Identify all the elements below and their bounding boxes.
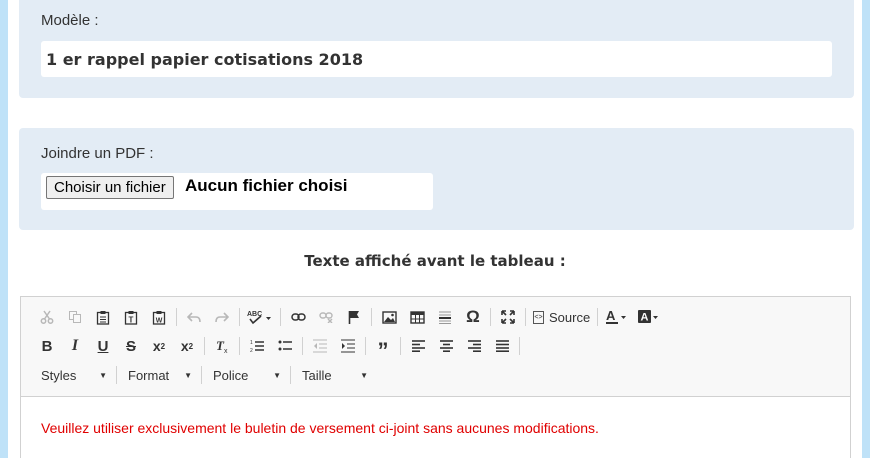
file-status: Aucun fichier choisi	[185, 176, 348, 195]
toolbar-separator	[371, 308, 372, 326]
svg-text:A: A	[606, 309, 616, 323]
toolbar-separator	[204, 337, 205, 355]
table-icon[interactable]	[403, 305, 431, 329]
right-accent-bar	[862, 0, 870, 458]
chevron-down-icon: ▼	[99, 370, 107, 380]
toolbar-row-3: Styles ▼ Format ▼ Police ▼ Taille ▼	[33, 363, 374, 387]
cut-icon[interactable]	[33, 305, 61, 329]
model-panel: Modèle : 1 er rappel papier cotisations …	[19, 0, 854, 98]
paste-text-icon[interactable]: T	[117, 305, 145, 329]
image-icon[interactable]	[375, 305, 403, 329]
align-justify-icon[interactable]	[488, 334, 516, 358]
toolbar-separator	[290, 366, 291, 384]
remove-format-icon[interactable]: Tx	[208, 334, 236, 358]
chevron-down-icon: ▼	[273, 370, 281, 380]
svg-text:T: T	[129, 315, 134, 324]
maximize-icon[interactable]	[494, 305, 522, 329]
size-combo[interactable]: Taille ▼	[294, 363, 374, 387]
link-icon[interactable]	[284, 305, 312, 329]
copy-icon[interactable]	[61, 305, 89, 329]
svg-text:A: A	[641, 312, 649, 324]
superscript-icon[interactable]: x2	[173, 334, 201, 358]
paste-icon[interactable]	[89, 305, 117, 329]
toolbar-separator	[400, 337, 401, 355]
toolbar-row-1: T W ABC Ω <> Source A A	[33, 305, 665, 329]
toolbar-separator	[116, 366, 117, 384]
spellcheck-icon[interactable]: ABC	[243, 305, 277, 329]
toolbar-separator	[302, 337, 303, 355]
chevron-down-icon: ▼	[360, 370, 368, 380]
svg-text:W: W	[156, 317, 163, 324]
editor-content[interactable]: Veuillez utiliser exclusivement le bulet…	[21, 398, 850, 458]
unlink-icon[interactable]	[312, 305, 340, 329]
toolbar-separator	[239, 337, 240, 355]
styles-combo-label: Styles	[41, 367, 77, 383]
toolbar-separator	[280, 308, 281, 326]
bold-icon[interactable]: B	[33, 334, 61, 358]
editor-toolbar: T W ABC Ω <> Source A A B I U S x 2 x 2 …	[21, 297, 850, 397]
styles-combo[interactable]: Styles ▼	[33, 363, 113, 387]
italic-icon[interactable]: I	[61, 334, 89, 358]
undo-icon[interactable]	[180, 305, 208, 329]
paste-word-icon[interactable]: W	[145, 305, 173, 329]
file-input[interactable]: Choisir un fichier Aucun fichier choisi	[41, 173, 433, 210]
toolbar-separator	[201, 366, 202, 384]
toolbar-separator	[519, 337, 520, 355]
svg-text:2: 2	[250, 348, 253, 353]
svg-text:x: x	[224, 348, 228, 353]
align-center-icon[interactable]	[432, 334, 460, 358]
format-combo[interactable]: Format ▼	[120, 363, 198, 387]
choose-file-button[interactable]: Choisir un fichier	[46, 176, 174, 199]
bulleted-list-icon[interactable]	[271, 334, 299, 358]
section-title: Texte affiché avant le tableau :	[304, 252, 566, 270]
blockquote-icon[interactable]: ”	[369, 334, 397, 363]
anchor-flag-icon[interactable]	[340, 305, 368, 329]
redo-icon[interactable]	[208, 305, 236, 329]
toolbar-separator	[239, 308, 240, 326]
pdf-label: Joindre un PDF :	[41, 145, 154, 162]
toolbar-separator	[597, 308, 599, 326]
text-color-icon[interactable]: A	[601, 305, 633, 329]
source-icon: <>	[533, 310, 544, 324]
numbered-list-icon[interactable]: 12	[243, 334, 271, 358]
align-left-icon[interactable]	[404, 334, 432, 358]
chevron-down-icon: ▼	[184, 370, 192, 380]
toolbar-separator	[525, 308, 526, 326]
underline-icon[interactable]: U	[89, 334, 117, 358]
format-combo-label: Format	[128, 367, 170, 383]
subscript-icon[interactable]: x2	[145, 334, 173, 358]
toolbar-separator	[490, 308, 491, 326]
horizontal-rule-icon[interactable]	[431, 305, 459, 329]
strikethrough-icon[interactable]: S	[117, 334, 145, 358]
indent-icon[interactable]	[334, 334, 362, 358]
model-select[interactable]: 1 er rappel papier cotisations 2018	[41, 41, 832, 77]
size-combo-label: Taille	[302, 367, 332, 383]
svg-text:1: 1	[250, 340, 253, 346]
align-right-icon[interactable]	[460, 334, 488, 358]
model-label: Modèle :	[41, 12, 99, 29]
background-color-icon[interactable]: A	[633, 305, 665, 329]
source-label: Source	[549, 309, 591, 325]
toolbar-separator	[176, 308, 177, 326]
pdf-panel: Joindre un PDF : Choisir un fichier Aucu…	[19, 128, 854, 230]
rich-text-editor: T W ABC Ω <> Source A A B I U S x 2 x 2 …	[20, 296, 851, 458]
font-combo-label: Police	[213, 367, 249, 383]
toolbar-row-2: B I U S x2 x2 Tx 12 ”	[33, 334, 523, 363]
toolbar-separator	[365, 337, 366, 355]
font-combo[interactable]: Police ▼	[205, 363, 287, 387]
special-char-icon[interactable]: Ω	[459, 305, 487, 329]
source-button[interactable]: <> Source	[529, 305, 594, 329]
left-accent-bar	[0, 0, 8, 458]
outdent-icon[interactable]	[306, 334, 334, 358]
